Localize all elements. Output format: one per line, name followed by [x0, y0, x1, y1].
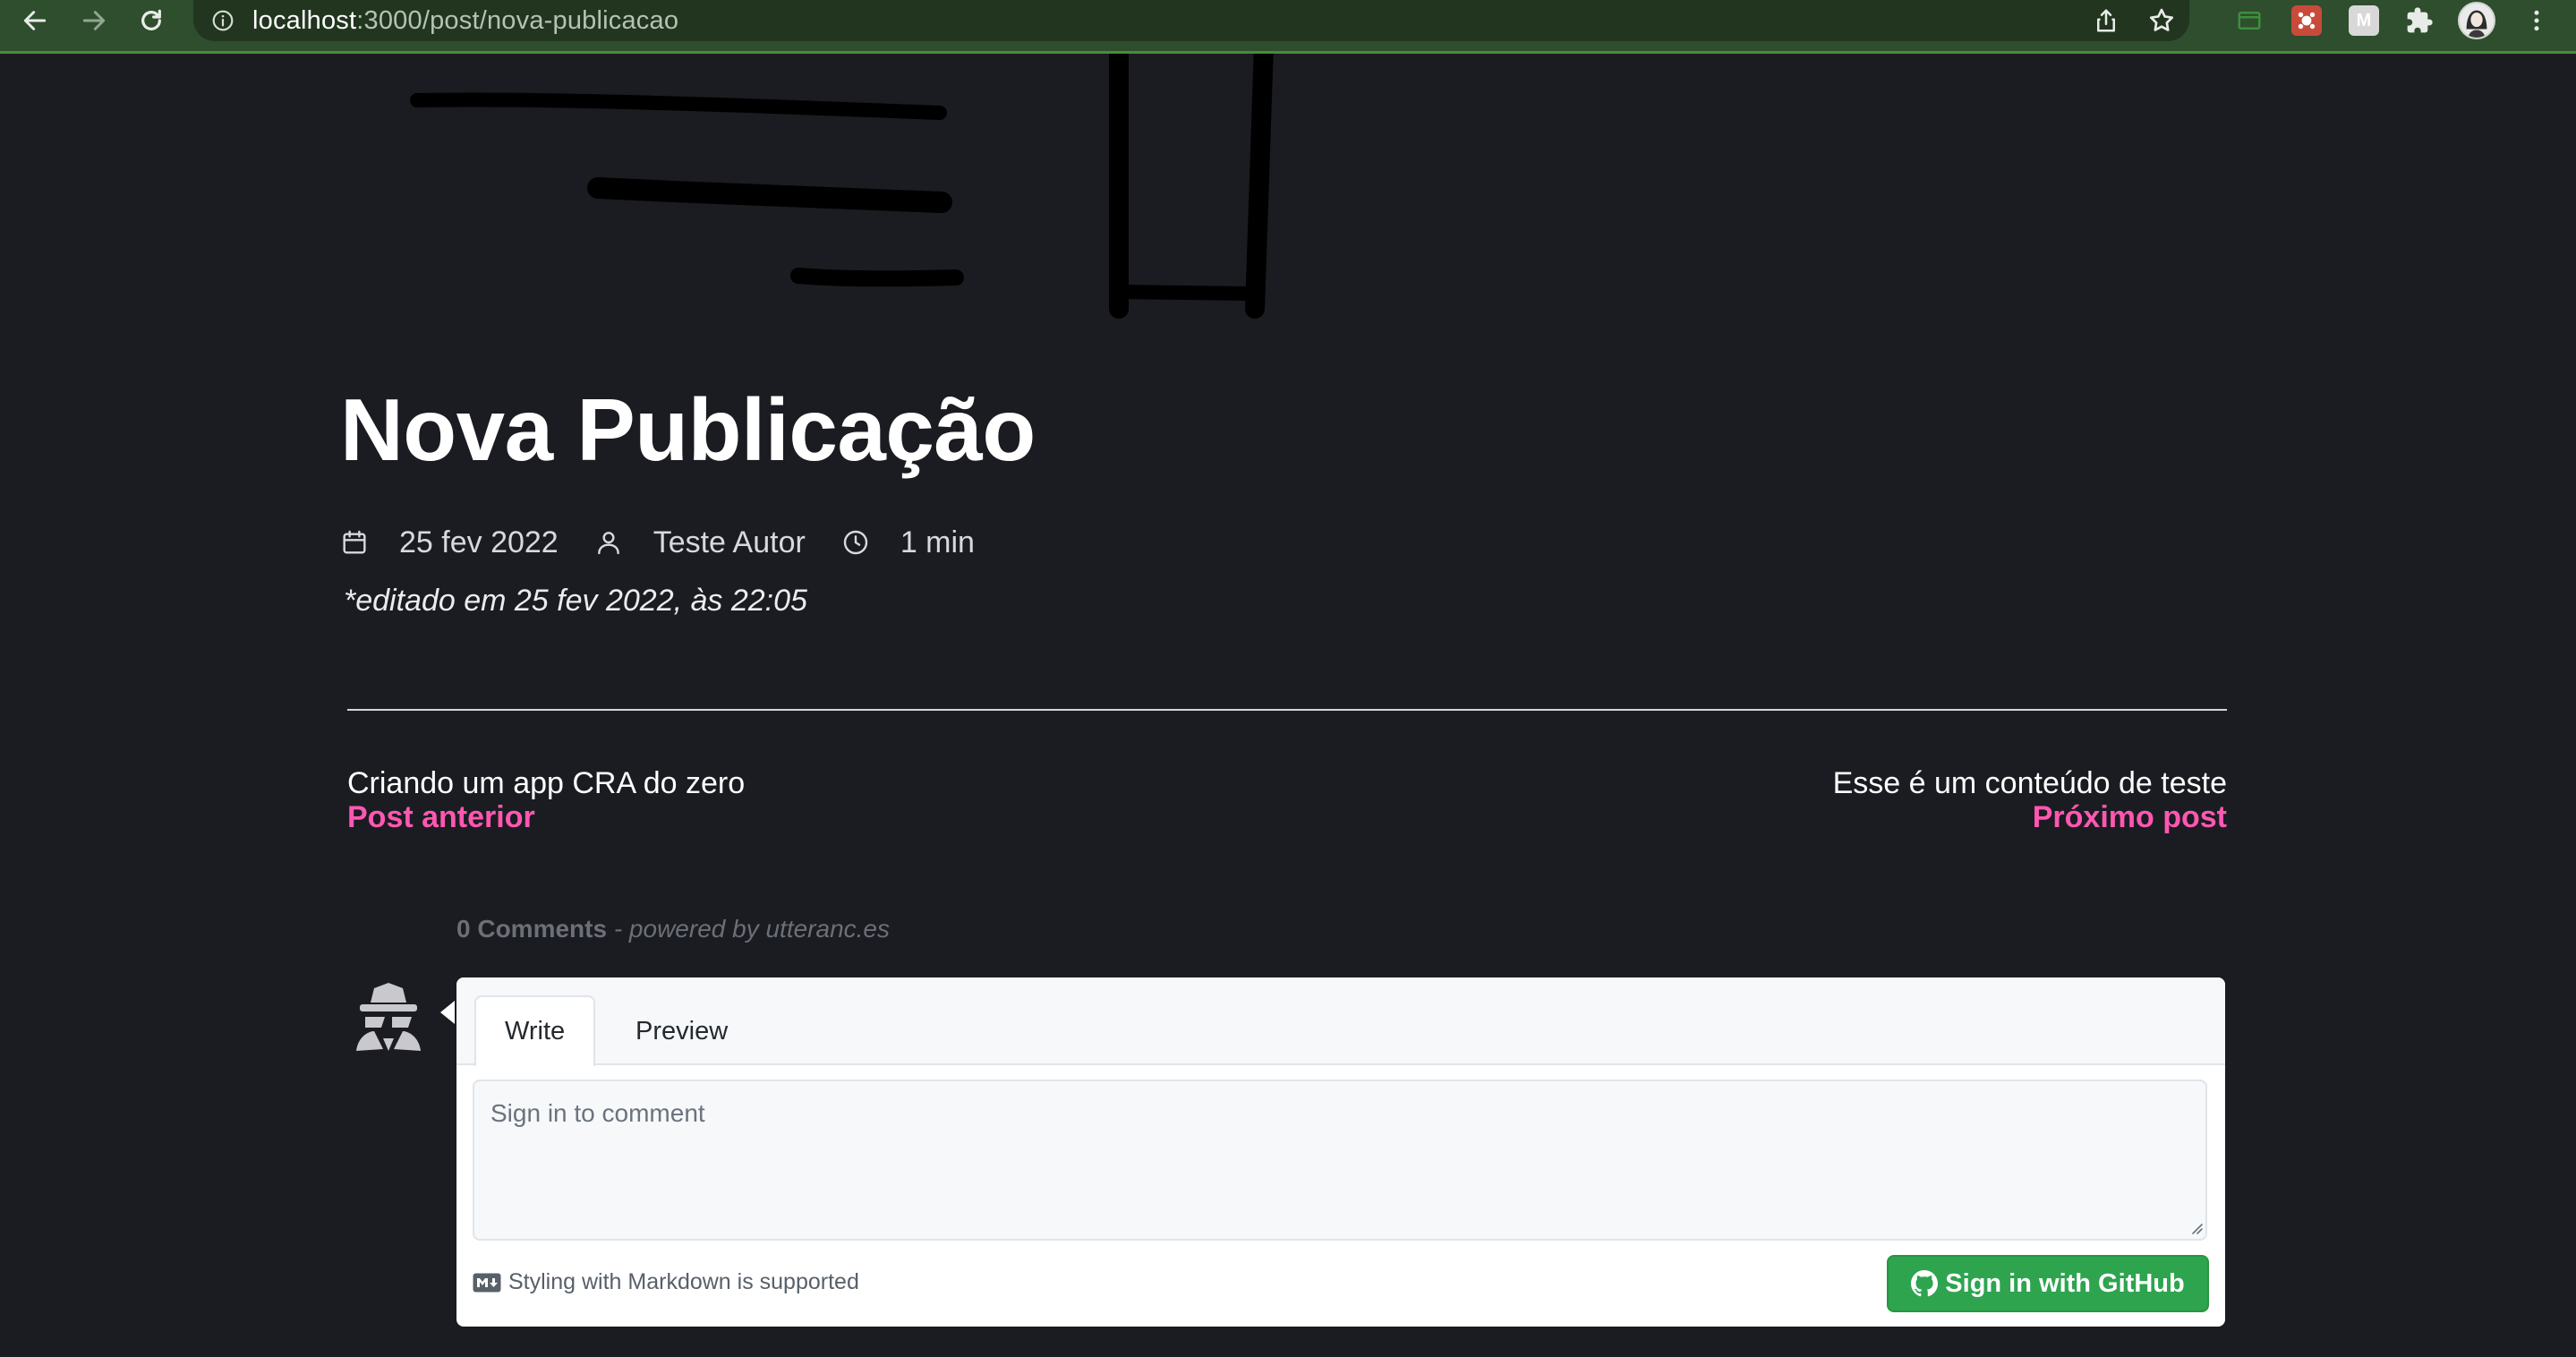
- anonymous-user-icon: [356, 983, 421, 1051]
- extension-m-label: M: [2356, 10, 2372, 30]
- forward-button[interactable]: [70, 0, 118, 41]
- post-meta: 25 fev 2022 Teste Autor 1 min: [340, 521, 975, 564]
- next-post-title[interactable]: Esse é um conteúdo de teste: [1833, 766, 2227, 801]
- previous-post-link[interactable]: Post anterior: [347, 800, 535, 835]
- comment-textarea[interactable]: [473, 1080, 2207, 1241]
- comments-powered-by[interactable]: - powered by utteranc.es: [607, 915, 890, 943]
- markdown-note-text: Styling with Markdown is supported: [508, 1269, 859, 1294]
- reload-button[interactable]: [127, 0, 175, 41]
- markdown-icon: [473, 1273, 501, 1292]
- share-icon[interactable]: [2078, 0, 2134, 41]
- extension-red-icon[interactable]: [2291, 5, 2322, 36]
- previous-post-title[interactable]: Criando um app CRA do zero: [347, 766, 745, 801]
- address-bar[interactable]: localhost:3000/post/nova-publicacao: [193, 0, 2189, 41]
- browser-toolbar: localhost:3000/post/nova-publicacao M: [0, 0, 2576, 54]
- sign-in-github-button[interactable]: Sign in with GitHub: [1887, 1255, 2209, 1312]
- calendar-icon: [340, 528, 369, 557]
- tab-preview[interactable]: Preview: [607, 995, 756, 1067]
- content-divider: [347, 709, 2227, 711]
- extension-m-icon[interactable]: M: [2349, 5, 2379, 36]
- comment-box-pointer: [440, 1001, 455, 1024]
- url-host: localhost: [252, 5, 357, 35]
- comments-count[interactable]: 0 Comments: [456, 915, 607, 943]
- info-icon[interactable]: [209, 7, 236, 34]
- tab-write[interactable]: Write: [474, 995, 596, 1067]
- user-icon: [594, 528, 623, 557]
- puzzle-icon[interactable]: [2404, 5, 2435, 36]
- comment-tabs: Write Preview: [456, 977, 2225, 1067]
- star-icon[interactable]: [2134, 0, 2189, 41]
- url-text[interactable]: localhost:3000/post/nova-publicacao: [252, 6, 678, 36]
- post-edited-note: *editado em 25 fev 2022, às 22:05: [344, 584, 807, 618]
- arrow-left-icon: [23, 11, 47, 30]
- post-author: Teste Autor: [653, 525, 806, 559]
- markdown-support-note[interactable]: Styling with Markdown is supported: [473, 1269, 859, 1295]
- profile-avatar[interactable]: [2458, 2, 2495, 39]
- resize-handle-icon[interactable]: [2189, 1221, 2204, 1235]
- more-menu-icon[interactable]: [2521, 2, 2553, 39]
- github-icon: [1911, 1270, 1939, 1297]
- back-button[interactable]: [11, 0, 59, 41]
- comments-header: 0 Comments - powered by utteranc.es: [456, 915, 890, 943]
- tab-search-icon[interactable]: [2234, 5, 2265, 36]
- arrow-right-icon: [82, 11, 106, 30]
- url-path: :3000/post/nova-publicacao: [356, 5, 679, 35]
- comment-form: Write Preview Styling with Markdown is s…: [456, 977, 2225, 1327]
- post-title: Nova Publicação: [340, 380, 1036, 479]
- post-reading-time: 1 min: [900, 525, 975, 559]
- clock-icon: [841, 528, 870, 557]
- next-post-link[interactable]: Próximo post: [2033, 800, 2227, 835]
- reload-icon: [141, 9, 161, 30]
- post-banner-illustration: [410, 54, 1274, 319]
- sign-in-github-label: Sign in with GitHub: [1945, 1268, 2185, 1298]
- post-date: 25 fev 2022: [399, 525, 559, 559]
